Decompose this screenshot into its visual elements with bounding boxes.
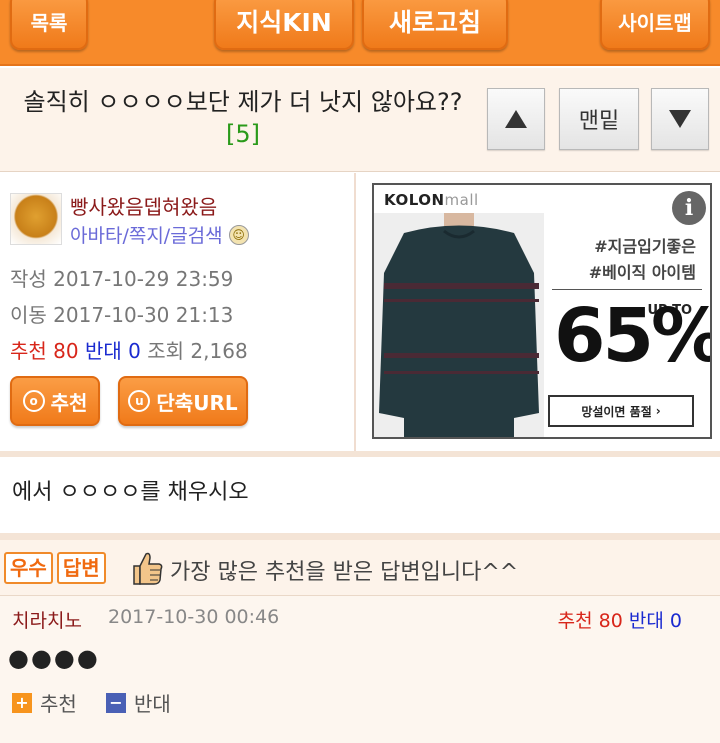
circle-u-icon: u — [128, 390, 151, 412]
answer-oppose-button[interactable]: − 반대 — [106, 688, 171, 717]
next-post-button[interactable] — [651, 88, 709, 150]
author-panel: 빵사왔음뎁혀왔음 아바타/쪽지/글검색 ☺ 작성 2017-10-29 23:5… — [0, 173, 356, 451]
reply-count[interactable]: [5] — [226, 120, 260, 148]
best-answer-badge: 우수 답변 — [4, 552, 106, 584]
advertisement[interactable]: KOLONmall i #지금입기좋은 #베이직 아이템 UP TO 65% 망… — [372, 183, 712, 439]
ad-brand-suffix: mall — [444, 191, 479, 209]
answer-recommend-action: 추천 — [40, 692, 77, 716]
recommend-button-label: 추천 — [50, 390, 88, 415]
answer-oppose-count: 0 — [669, 610, 682, 632]
bottom-button[interactable]: 맨밑 — [559, 88, 639, 150]
recommend-label: 추천 — [10, 339, 47, 363]
ad-tag-1: #지금입기좋은 — [594, 237, 696, 256]
views-label: 조회 — [147, 339, 185, 363]
created-date: 작성 2017-10-29 23:59 — [10, 267, 234, 291]
ad-divider — [552, 289, 702, 290]
answer-recommend-button[interactable]: + 추천 — [12, 688, 77, 717]
triangle-up-icon — [505, 110, 527, 128]
shorturl-button[interactable]: u 단축URL — [118, 376, 248, 426]
medal-icon: ☺ — [228, 224, 249, 245]
shorturl-button-label: 단축URL — [156, 390, 238, 415]
ad-cta-label: 망설이면 품절 — [581, 404, 652, 419]
ad-brand-name: KOLON — [384, 191, 445, 209]
divider — [0, 533, 720, 540]
recommend-count: 80 — [53, 339, 79, 363]
top-nav-bar: 목록 지식KIN 새로고침 사이트맵 — [0, 0, 720, 66]
answer-oppose-label: 반대 — [628, 610, 664, 632]
post-title-text: 솔직히 ㅇㅇㅇㅇ보단 제가 더 낫지 않아요?? — [23, 88, 463, 116]
moved-date: 이동 2017-10-30 21:13 — [10, 303, 234, 327]
sitemap-button[interactable]: 사이트맵 — [600, 0, 710, 50]
ad-percent: 65% — [554, 293, 712, 379]
list-button[interactable]: 목록 — [10, 0, 88, 50]
post-body: 에서 ㅇㅇㅇㅇ를 채우시오 — [12, 480, 249, 505]
author-links: 아바타/쪽지/글검색 ☺ — [70, 221, 249, 248]
avatar[interactable] — [10, 193, 62, 245]
oppose-count: 0 — [128, 339, 141, 363]
divider — [0, 451, 720, 457]
ad-brand: KOLONmall — [384, 191, 479, 209]
answer-item: 치라치노 2017-10-30 00:46 추천 80 반대 0 ●●●● + … — [0, 596, 720, 743]
best-answer-text: 가장 많은 추천을 받은 답변입니다^^ — [170, 560, 519, 585]
ad-cta-button[interactable]: 망설이면 품절 › — [548, 395, 694, 427]
answer-oppose-action: 반대 — [134, 692, 171, 716]
refresh-button[interactable]: 새로고침 — [362, 0, 508, 50]
answer-body: ●●●● — [8, 644, 100, 672]
answer-votes: 추천 80 반대 0 — [558, 606, 682, 633]
thumbs-up-icon — [133, 552, 163, 585]
plus-icon: + — [12, 692, 32, 713]
info-icon[interactable]: i — [672, 191, 706, 225]
author-links-text[interactable]: 아바타/쪽지/글검색 — [70, 221, 223, 248]
author-nickname[interactable]: 빵사왔음뎁혀왔음 — [70, 191, 217, 220]
best-badge-2: 답변 — [56, 552, 106, 584]
best-answer-header: 우수 답변 가장 많은 추천을 받은 답변입니다^^ — [0, 540, 720, 596]
prev-post-button[interactable] — [487, 88, 545, 150]
views-count: 2,168 — [190, 339, 248, 363]
post-title: 솔직히 ㅇㅇㅇㅇ보단 제가 더 낫지 않아요?? [5] — [8, 86, 478, 150]
minus-icon: − — [106, 692, 126, 713]
answer-date: 2017-10-30 00:46 — [108, 606, 280, 628]
circle-o-icon: o — [22, 390, 45, 412]
answer-recommend-label: 추천 — [557, 610, 593, 632]
chevron-right-icon: › — [655, 404, 661, 418]
ad-tag-2: #베이직 아이템 — [588, 263, 696, 282]
sweater-image — [374, 213, 544, 437]
recommend-button[interactable]: o 추천 — [10, 376, 100, 426]
post-title-bar: 솔직히 ㅇㅇㅇㅇ보단 제가 더 낫지 않아요?? [5] 맨밑 — [0, 68, 720, 172]
post-stats: 추천 80 반대 0 조회 2,168 — [10, 335, 248, 364]
best-badge-1: 우수 — [4, 552, 53, 584]
answer-nickname[interactable]: 치라치노 — [12, 606, 82, 633]
answer-recommend-count: 80 — [598, 610, 623, 632]
triangle-down-icon — [669, 110, 691, 128]
oppose-label: 반대 — [84, 339, 122, 363]
kin-button[interactable]: 지식KIN — [214, 0, 354, 50]
